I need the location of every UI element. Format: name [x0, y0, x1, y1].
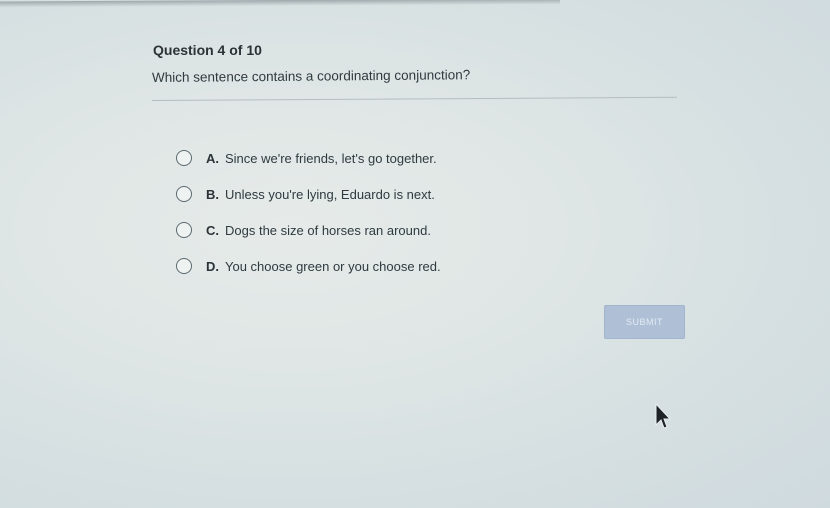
radio-button-icon[interactable]: [176, 222, 192, 238]
radio-button-icon[interactable]: [176, 258, 192, 274]
submit-button[interactable]: SUBMIT: [604, 305, 685, 339]
radio-button-icon[interactable]: [176, 150, 192, 166]
option-d[interactable]: D. You choose green or you choose red.: [176, 248, 441, 284]
question-counter: Question 4 of 10: [153, 42, 262, 58]
mouse-pointer-icon: [655, 403, 672, 429]
option-letter: A.: [206, 150, 219, 166]
question-prompt: Which sentence contains a coordinating c…: [151, 67, 471, 85]
option-text: You choose green or you choose red.: [225, 258, 441, 274]
option-text: Dogs the size of horses ran around.: [225, 222, 431, 238]
option-c[interactable]: C. Dogs the size of horses ran around.: [176, 212, 441, 248]
option-a[interactable]: A. Since we're friends, let's go togethe…: [176, 140, 441, 176]
option-text: Since we're friends, let's go together.: [225, 150, 437, 166]
answer-options: A. Since we're friends, let's go togethe…: [176, 140, 441, 284]
option-letter: D.: [206, 258, 219, 274]
option-text: Unless you're lying, Eduardo is next.: [225, 186, 435, 202]
radio-button-icon[interactable]: [176, 186, 192, 202]
option-letter: B.: [206, 186, 219, 202]
option-b[interactable]: B. Unless you're lying, Eduardo is next.: [176, 176, 441, 212]
option-letter: C.: [206, 222, 219, 238]
screen-edge: [0, 0, 560, 8]
divider: [151, 96, 677, 101]
